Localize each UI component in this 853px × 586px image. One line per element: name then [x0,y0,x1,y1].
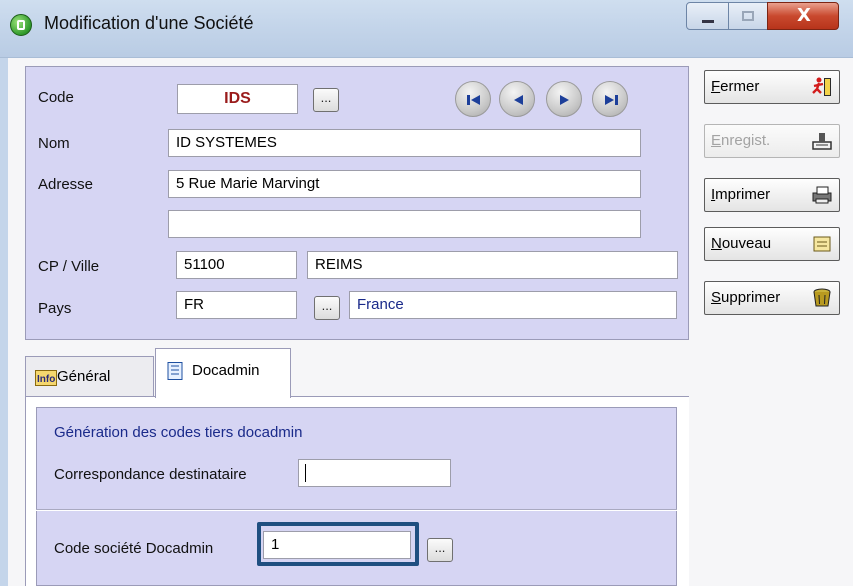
nav-first-icon [467,95,480,105]
pays-label: Pays [38,300,72,317]
adresse-label: Adresse [38,176,94,193]
enregistrer-accesskey: E [711,132,722,149]
nouveau-label: ouveau [721,235,772,252]
fermer-button[interactable]: Fermer [704,70,840,104]
cp-field[interactable]: 51100 [176,251,297,279]
tab-general-label: Général [57,368,111,385]
running-man-exit-icon [812,77,831,96]
code-societe-browse-button[interactable]: ... [427,538,453,562]
cp-ville-label: CP / Ville [38,258,100,275]
window-title: Modification d'une Société [44,13,254,33]
code-field[interactable]: IDS [177,84,298,114]
trash-can-icon [813,288,831,307]
app-icon [10,14,32,36]
correspondance-label: Correspondance destinataire [54,466,247,483]
enregistrer-label: nregist. [721,132,771,149]
fermer-label: ermer [720,78,760,95]
imprimer-label: mprimer [715,186,771,203]
supprimer-label: upprimer [721,289,781,306]
nav-first-button[interactable] [455,81,491,117]
nav-next-button[interactable] [546,81,582,117]
printer-icon [812,186,832,204]
window-frame [0,58,8,586]
adresse-line1-field[interactable]: 5 Rue Marie Marvingt [168,170,641,198]
notebook-icon [167,362,183,380]
save-tray-icon [812,133,832,150]
adresse-line2-field[interactable] [168,210,641,238]
new-document-icon [813,236,831,252]
nav-previous-icon [514,95,523,105]
pays-name-field: France [349,291,677,319]
section-divider [36,509,677,511]
fermer-accesskey: F [711,78,721,95]
nav-next-icon [560,95,569,105]
imprimer-button[interactable]: Imprimer [704,178,840,212]
code-societe-label: Code société Docadmin [54,540,214,557]
pays-code-field[interactable]: FR [176,291,297,319]
close-icon: X [797,5,811,26]
code-label: Code [38,89,74,106]
enregistrer-button[interactable]: Enregist. [704,124,840,158]
supprimer-button[interactable]: Supprimer [704,281,840,315]
tab-docadmin[interactable]: Docadmin [155,348,291,398]
minimize-button[interactable] [686,2,729,30]
tab-docadmin-label: Docadmin [192,362,260,379]
nom-field[interactable]: ID SYSTEMES [168,129,641,157]
maximize-button[interactable] [728,2,768,30]
nouveau-button[interactable]: Nouveau [704,227,840,261]
info-icon: Info [35,370,57,386]
nouveau-accesskey: N [711,235,722,252]
title-bar[interactable]: Modification d'une Société X [0,0,853,58]
code-browse-button[interactable]: ... [313,88,339,112]
nav-last-button[interactable] [592,81,628,117]
docadmin-section-title: Génération des codes tiers docadmin [54,424,303,441]
nav-last-icon [605,95,618,105]
highlight-annotation [257,522,419,566]
svg-text:Info: Info [37,374,55,385]
supprimer-accesskey: S [711,289,722,306]
correspondance-field[interactable] [298,459,451,487]
close-button[interactable]: X [767,2,839,30]
tab-general[interactable]: Info Général [25,356,154,396]
text-cursor [305,464,306,482]
nav-previous-button[interactable] [499,81,535,117]
pays-browse-button[interactable]: ... [314,296,340,320]
nom-label: Nom [38,135,70,152]
ville-field[interactable]: REIMS [307,251,678,279]
